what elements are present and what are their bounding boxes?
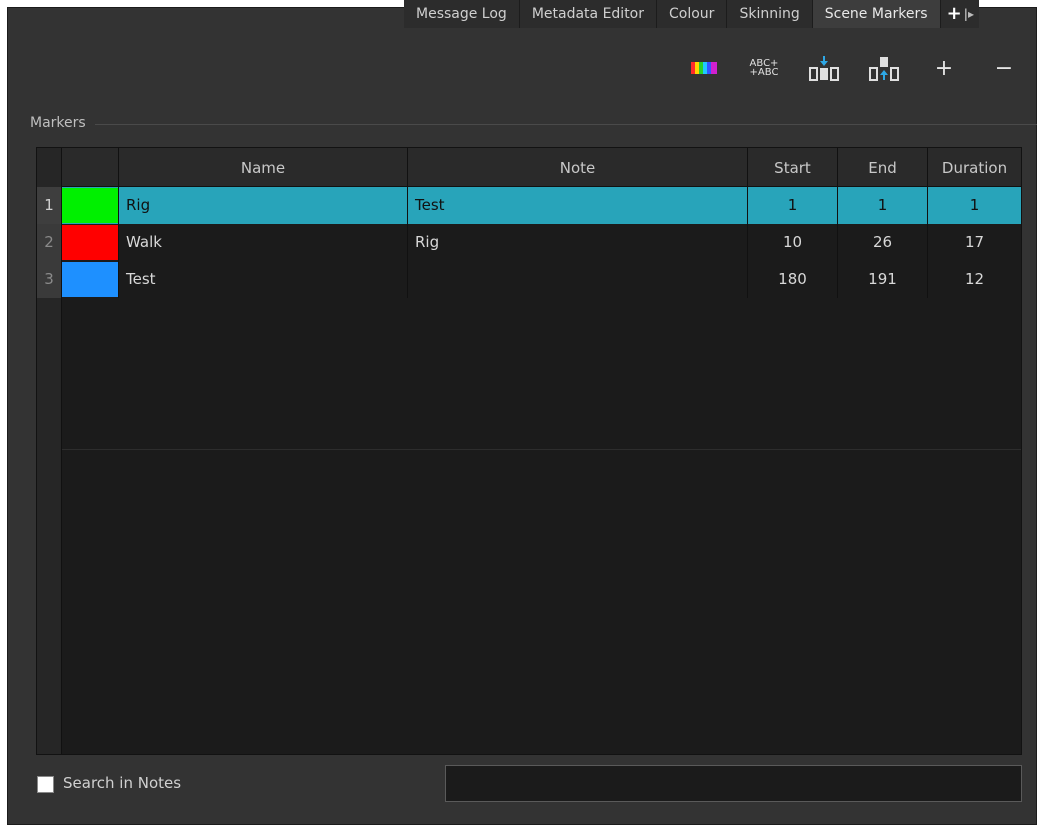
tab-overflow: + |▸ [940,0,979,28]
table-divider [62,449,1021,450]
color-swatch [62,188,118,223]
header-start[interactable]: Start [748,148,838,187]
tab-bar: Message Log Metadata Editor Colour Skinn… [404,0,979,28]
header-colour[interactable] [62,148,119,187]
name-cell[interactable]: Rig [119,187,408,224]
search-in-notes-label: Search in Notes [63,774,182,792]
search-in-notes-checkbox[interactable] [37,776,54,793]
note-cell[interactable] [408,261,748,298]
tab-metadata-editor[interactable]: Metadata Editor [519,0,658,28]
color-swatch [62,225,118,260]
markers-group-label: Markers [30,115,86,131]
corner-header [37,148,62,187]
row-number[interactable]: 2 [37,224,62,261]
note-cell[interactable]: Test [408,187,748,224]
extract-marker-icon [869,57,899,81]
header-name[interactable]: Name [119,148,408,187]
table-row[interactable]: 2 Walk Rig 10 26 17 [37,224,1021,261]
color-swatch [62,262,118,297]
tab-message-log[interactable]: Message Log [404,0,520,28]
start-cell[interactable]: 1 [748,187,838,224]
table-body: 1 Rig Test 1 1 1 2 Walk Rig 10 26 17 3 T… [37,187,1021,298]
insert-marker-button[interactable] [804,54,844,82]
table-row[interactable]: 3 Test 180 191 12 [37,261,1021,298]
header-note[interactable]: Note [408,148,748,187]
end-cell[interactable]: 191 [838,261,928,298]
duration-cell[interactable]: 17 [928,224,1021,261]
table-row[interactable]: 1 Rig Test 1 1 1 [37,187,1021,224]
markers-toolbar: ABC+ +ABC + − [684,54,1024,82]
tab-menu-icon[interactable]: |▸ [964,8,974,20]
rename-button[interactable]: ABC+ +ABC [744,54,784,82]
color-cell[interactable] [62,224,119,261]
row-number[interactable]: 3 [37,261,62,298]
start-cell[interactable]: 10 [748,224,838,261]
add-view-icon[interactable]: + [947,5,962,23]
extract-marker-button[interactable] [864,54,904,82]
color-cell[interactable] [62,261,119,298]
search-input[interactable] [445,765,1022,802]
header-end[interactable]: End [838,148,928,187]
note-cell[interactable]: Rig [408,224,748,261]
table-header: Name Note Start End Duration [37,148,1021,187]
name-cell[interactable]: Test [119,261,408,298]
group-divider [95,124,1037,125]
name-cell[interactable]: Walk [119,224,408,261]
start-cell[interactable]: 180 [748,261,838,298]
markers-table[interactable]: Name Note Start End Duration 1 Rig Test … [36,147,1022,755]
row-number[interactable]: 1 [37,187,62,224]
rename-icon: ABC+ +ABC [749,58,779,78]
end-cell[interactable]: 1 [838,187,928,224]
colour-bars-icon [691,62,717,74]
duration-cell[interactable]: 12 [928,261,1021,298]
remove-marker-button[interactable]: − [984,54,1024,82]
colour-button[interactable] [684,54,724,82]
header-duration[interactable]: Duration [928,148,1021,187]
tab-scene-markers[interactable]: Scene Markers [812,0,941,28]
end-cell[interactable]: 26 [838,224,928,261]
duration-cell[interactable]: 1 [928,187,1021,224]
tab-colour[interactable]: Colour [657,0,728,28]
add-marker-button[interactable]: + [924,54,964,82]
insert-marker-icon [809,56,839,81]
color-cell[interactable] [62,187,119,224]
tab-skinning[interactable]: Skinning [727,0,813,28]
